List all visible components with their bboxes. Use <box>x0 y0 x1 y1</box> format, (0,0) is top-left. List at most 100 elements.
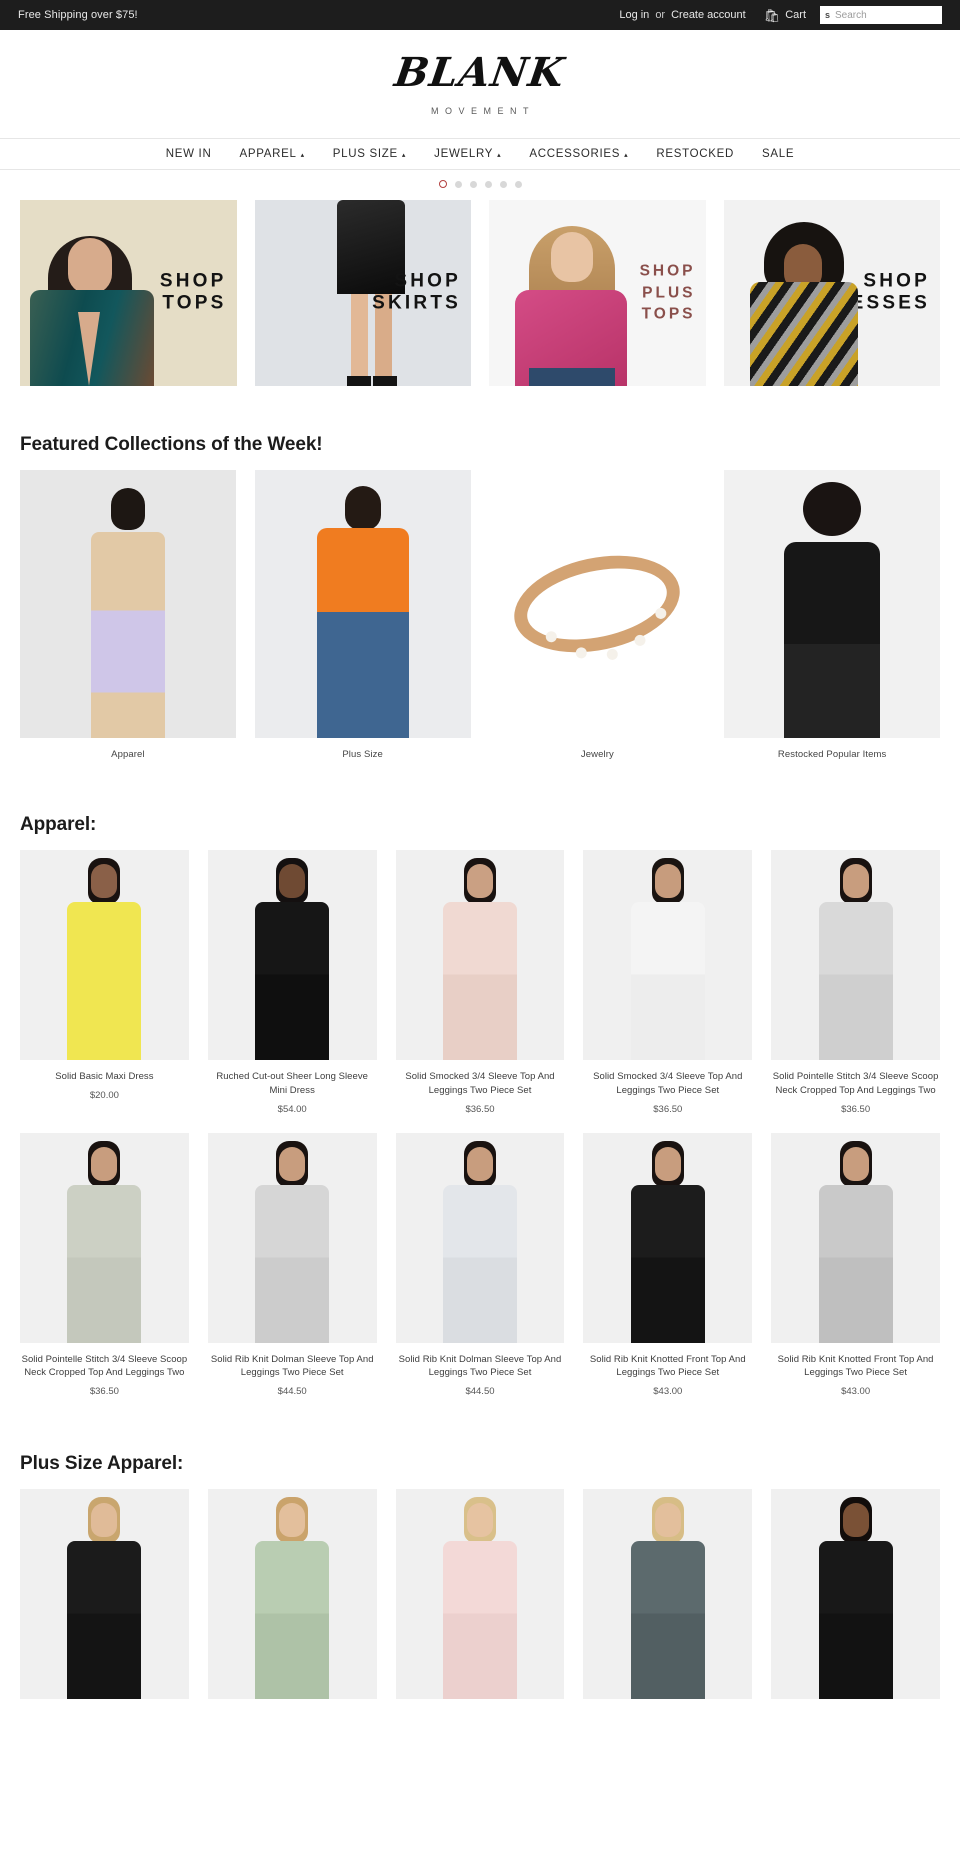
product-title: Solid Pointelle Stitch 3/4 Sleeve Scoop … <box>21 1353 188 1379</box>
model-head <box>803 482 862 536</box>
model-head <box>279 1146 306 1181</box>
apparel-product-card[interactable]: Solid Pointelle Stitch 3/4 Sleeve Scoop … <box>20 1132 189 1397</box>
banner-shop-plus-tops[interactable]: SHOP PLUS TOPS <box>489 200 706 386</box>
nav-item-jewelry[interactable]: JEWELRY ▴ <box>420 148 515 160</box>
model-head <box>344 486 381 530</box>
bracelet-stud <box>545 630 559 644</box>
logo-wordmark: BLANK <box>392 48 569 96</box>
nav-item-new-in[interactable]: NEW IN <box>152 148 226 160</box>
carousel-dot-6[interactable] <box>514 180 522 188</box>
chevron-down-icon: ▴ <box>497 151 502 159</box>
cart-button[interactable]: 🛍 Cart <box>764 9 806 22</box>
product-image <box>771 1489 940 1700</box>
banner-shop-dresses[interactable]: SHOP DRESSES <box>723 200 940 386</box>
model-head <box>466 1146 493 1181</box>
nav-item-restocked[interactable]: RESTOCKED <box>642 148 748 160</box>
model-body <box>818 1184 893 1343</box>
product-title: Solid Rib Knit Knotted Front Top And Leg… <box>589 1353 746 1379</box>
model-head <box>91 1503 118 1538</box>
model-face <box>551 232 593 282</box>
product-price: $44.50 <box>465 1386 495 1398</box>
model-body <box>442 1184 517 1343</box>
model-head <box>654 864 681 898</box>
nav-label: RESTOCKED <box>656 148 735 160</box>
apparel-product-card[interactable]: Solid Smocked 3/4 Sleeve Top And Legging… <box>583 850 753 1115</box>
product-image <box>395 1132 565 1343</box>
search-box[interactable]: s <box>820 6 942 24</box>
product-title: Solid Pointelle Stitch 3/4 Sleeve Scoop … <box>772 1071 939 1096</box>
carousel-dot-4[interactable] <box>484 180 492 188</box>
apparel-product-card[interactable]: Ruched Cut-out Sheer Long Sleeve Mini Dr… <box>207 850 377 1115</box>
nav-item-apparel[interactable]: APPAREL ▴ <box>225 148 318 160</box>
product-title: Solid Smocked 3/4 Sleeve Top And Legging… <box>593 1071 743 1096</box>
model-body <box>818 1541 893 1700</box>
product-image <box>20 850 189 1060</box>
apparel-product-card[interactable]: Solid Rib Knit Dolman Sleeve Top And Leg… <box>395 1132 565 1398</box>
model-head <box>279 1503 306 1538</box>
login-link[interactable]: Log in <box>619 9 649 21</box>
product-image <box>207 850 377 1060</box>
banner-shop-skirts[interactable]: SHOP SKIRTS <box>254 200 471 386</box>
nav-label: PLUS SIZE <box>332 148 398 160</box>
apparel-product-card[interactable]: Solid Smocked 3/4 Sleeve Top And Legging… <box>395 850 565 1115</box>
plus-size-product-card[interactable] <box>583 1489 753 1709</box>
product-price: $54.00 <box>277 1103 307 1115</box>
model-body <box>255 902 330 1060</box>
product-image <box>20 1489 189 1700</box>
product-price: $36.50 <box>465 1103 495 1115</box>
apparel-product-card[interactable]: Solid Rib Knit Dolman Sleeve Top And Leg… <box>207 1132 377 1397</box>
collection-jewelry[interactable]: Jewelry <box>489 470 706 760</box>
nav-label: SALE <box>762 148 795 160</box>
nav-item-plus-size[interactable]: PLUS SIZE ▴ <box>319 148 420 160</box>
search-input[interactable] <box>835 9 937 21</box>
model-head <box>654 1146 681 1181</box>
collection-restocked[interactable]: Restocked Popular Items <box>724 470 940 760</box>
collection-plus-size[interactable]: Plus Size <box>254 470 471 760</box>
carousel-dot-1[interactable] <box>438 180 447 188</box>
carousel-dot-2[interactable] <box>454 180 462 188</box>
banner-text: SHOP TOPS <box>160 271 227 316</box>
or-text: or <box>655 9 666 21</box>
collection-label: Jewelry <box>580 749 614 760</box>
search-icon: s <box>825 9 831 20</box>
plus-size-product-card[interactable] <box>207 1489 377 1709</box>
featured-heading: Featured Collections of the Week! <box>20 434 323 455</box>
nav-label: APPAREL <box>239 148 297 160</box>
model-head <box>110 488 145 530</box>
collection-apparel[interactable]: Apparel <box>20 470 236 760</box>
carousel-dot-5[interactable] <box>499 180 507 188</box>
apparel-product-card[interactable]: Solid Basic Maxi Dress $20.00 <box>20 850 189 1115</box>
product-title: Solid Basic Maxi Dress <box>55 1071 154 1082</box>
create-account-link[interactable]: Create account <box>671 9 746 21</box>
product-title: Solid Smocked 3/4 Sleeve Top And Legging… <box>405 1071 555 1096</box>
carousel-dot-3[interactable] <box>469 180 477 188</box>
plus-size-product-card[interactable] <box>395 1489 565 1709</box>
account-links: Log in or Create account <box>619 9 745 21</box>
product-title: Ruched Cut-out Sheer Long Sleeve Mini Dr… <box>216 1071 368 1096</box>
product-image <box>395 1489 565 1700</box>
product-title: Solid Rib Knit Dolman Sleeve Top And Leg… <box>210 1353 374 1379</box>
plus-size-product-card[interactable] <box>771 1489 940 1709</box>
banner-line-2: TOPS <box>162 293 227 314</box>
banner-line-2: PLUS <box>642 284 696 302</box>
model-shoe <box>372 376 397 386</box>
nav-item-accessories[interactable]: ACCESSORIES ▴ <box>515 148 642 160</box>
model-body <box>90 532 165 738</box>
apparel-product-card[interactable]: Solid Rib Knit Knotted Front Top And Leg… <box>583 1132 753 1397</box>
model-garment <box>749 282 858 386</box>
model-head <box>466 864 493 898</box>
apparel-product-card[interactable]: Solid Pointelle Stitch 3/4 Sleeve Scoop … <box>771 850 940 1115</box>
product-image <box>20 1132 189 1343</box>
nav-item-sale[interactable]: SALE <box>748 148 808 160</box>
plus-size-product-card[interactable] <box>20 1489 189 1709</box>
nav-label: NEW IN <box>165 148 212 160</box>
bracelet-stud <box>654 606 668 620</box>
banner-shop-tops[interactable]: SHOP TOPS <box>20 200 237 386</box>
cart-label: Cart <box>785 9 806 21</box>
model-jeans <box>529 368 615 386</box>
apparel-product-card[interactable]: Solid Rib Knit Knotted Front Top And Leg… <box>771 1132 940 1397</box>
apparel-product-grid: Solid Basic Maxi Dress $20.00 Ruched Cut-o… <box>0 850 960 1397</box>
model-shoe <box>346 376 371 386</box>
page-bottom-spacer <box>0 1709 960 1829</box>
site-logo[interactable]: BLANK MOVEMENT <box>0 30 960 138</box>
